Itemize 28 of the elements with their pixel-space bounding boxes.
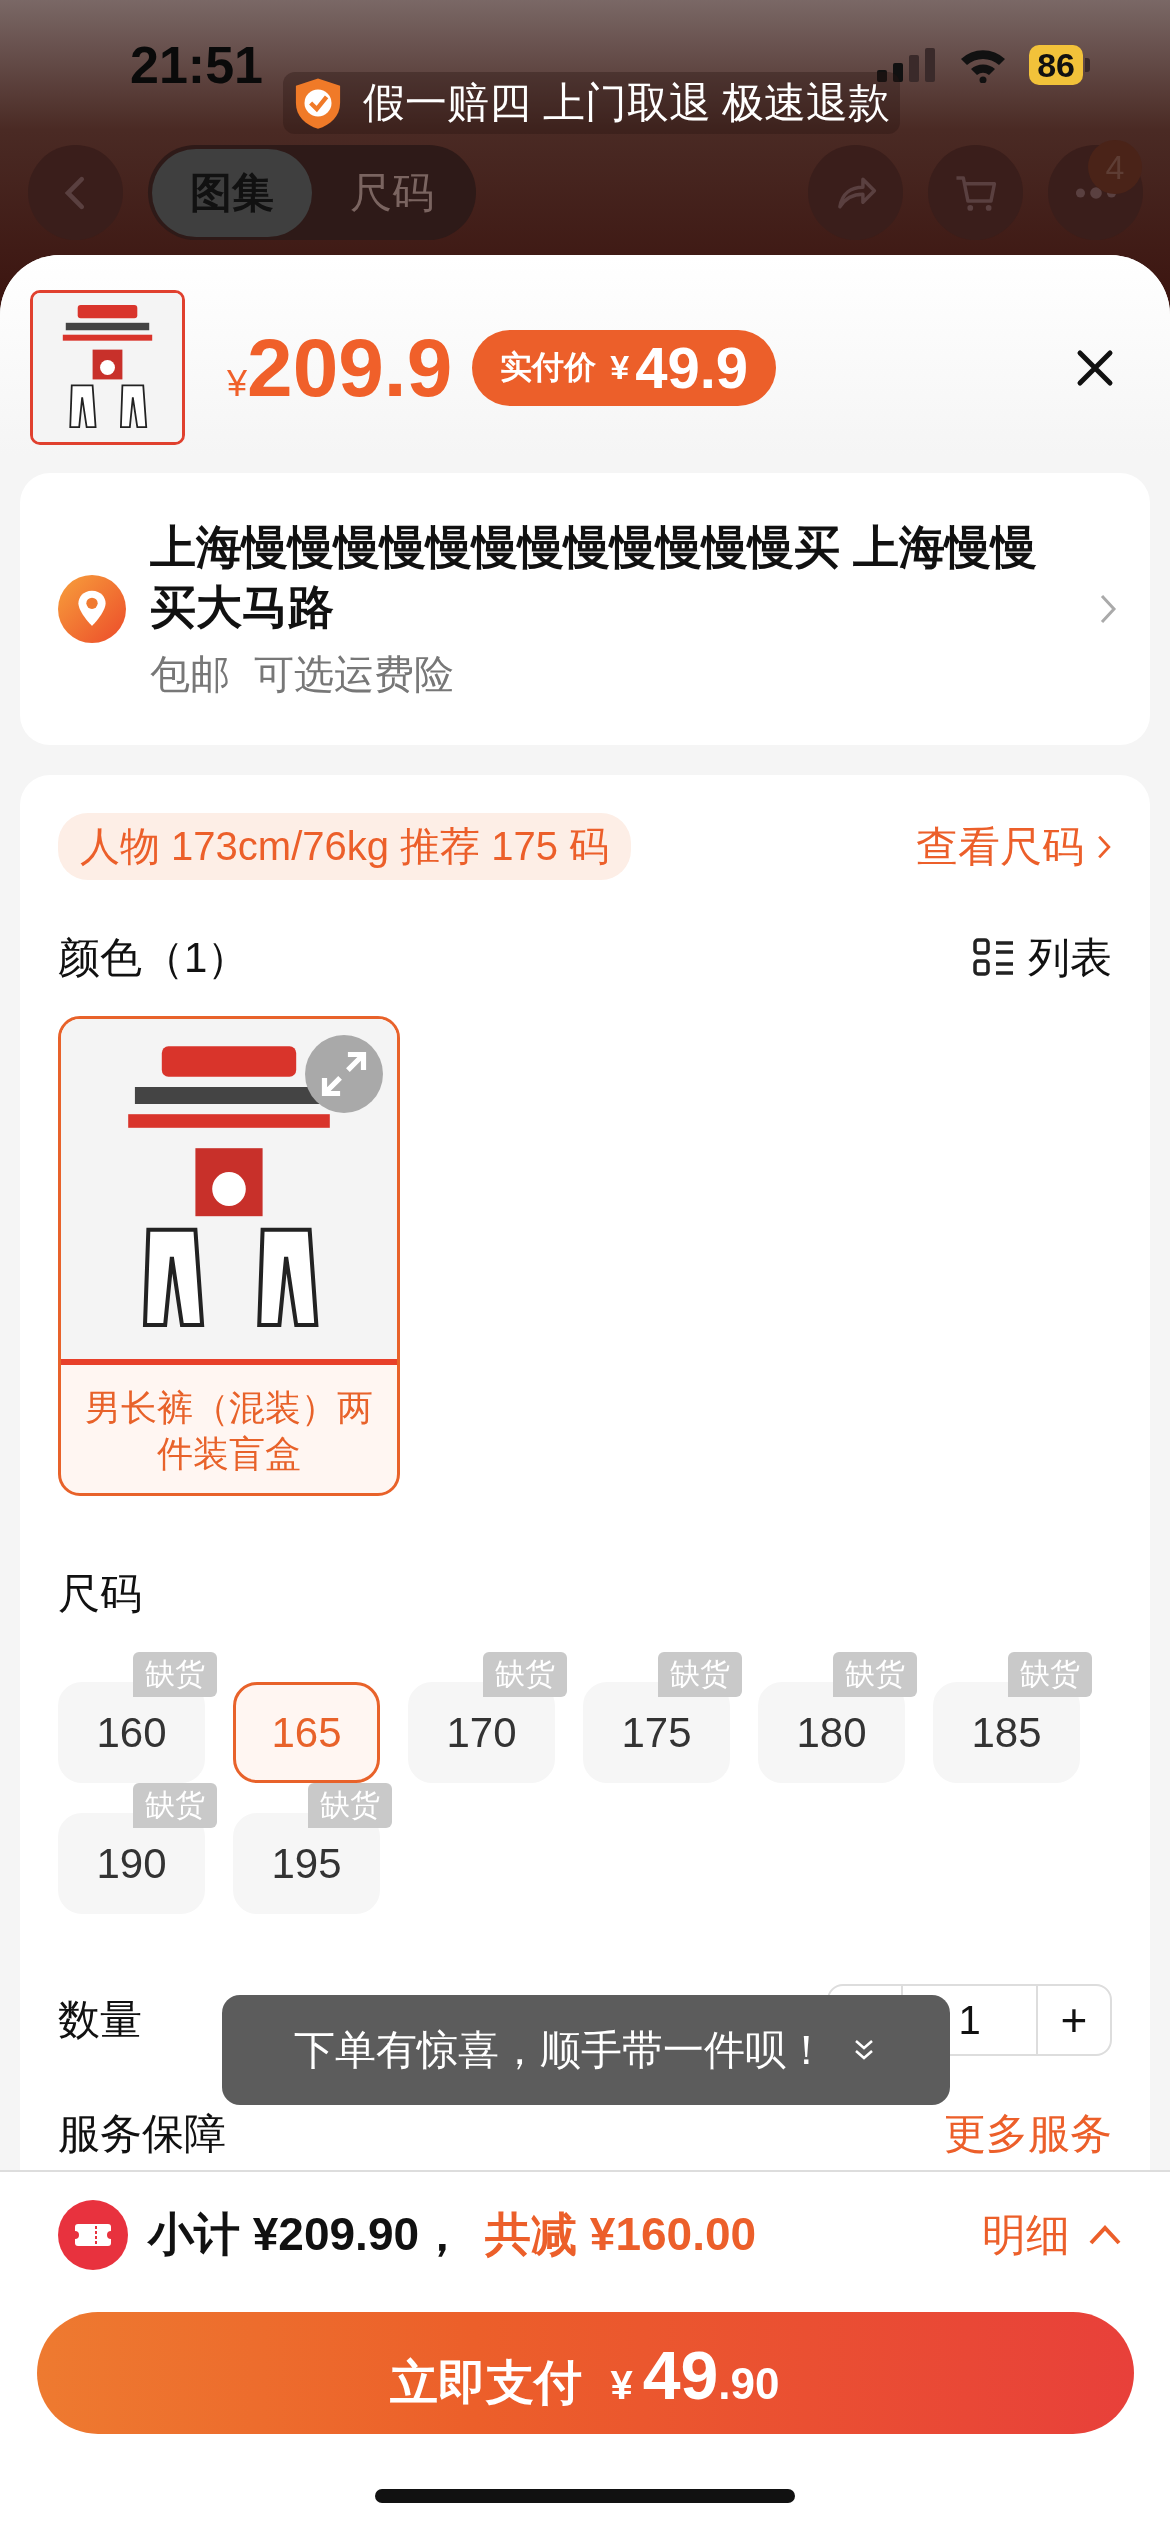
size-recommendation: 人物 173cm/76kg 推荐 175 码 — [58, 813, 632, 880]
list-view-button[interactable]: 列表 — [972, 930, 1112, 986]
toast-message: 下单有惊喜，顺手带一件呗！ — [293, 2025, 827, 2075]
price: ¥209.9 — [227, 320, 453, 415]
subtotal-text: 小计 ¥209.90， — [148, 2207, 466, 2262]
chevron-right-icon[interactable] — [1098, 592, 1118, 626]
plus-button[interactable]: + — [1038, 1986, 1110, 2054]
pay-now-button[interactable]: 立即支付 ¥49.90 — [36, 2312, 1134, 2434]
section-title: 颜色（1） — [58, 933, 250, 983]
expand-icon[interactable] — [305, 1035, 383, 1113]
wifi-icon — [959, 47, 1008, 83]
section-title: 尺码 — [58, 1569, 143, 1619]
close-button[interactable] — [1075, 347, 1115, 388]
shield-check-icon — [293, 76, 343, 130]
coupon-icon — [58, 2200, 128, 2270]
quantity-label: 数量 — [58, 1995, 142, 2045]
discount-text: 共减 ¥160.00 — [485, 2207, 757, 2262]
shipping-note: 包邮 — [150, 650, 230, 698]
address-text: 上海慢慢慢慢慢慢慢慢慢慢慢慢买 上海慢慢买大马路 — [150, 519, 1038, 635]
shipping-note: 可选运费险 — [254, 650, 454, 698]
battery-indicator: 86 — [1029, 45, 1090, 85]
service-label: 服务保障 — [58, 2109, 226, 2159]
signal-icon — [877, 48, 938, 82]
location-icon — [58, 575, 126, 643]
caret-up-icon — [1088, 2224, 1122, 2246]
actual-price-tag: 实付价 ¥49.9 — [472, 329, 777, 406]
status-time: 21:51 — [130, 35, 263, 95]
guarantee-text: 假一赔四 上门取退 极速退款 — [363, 78, 891, 128]
